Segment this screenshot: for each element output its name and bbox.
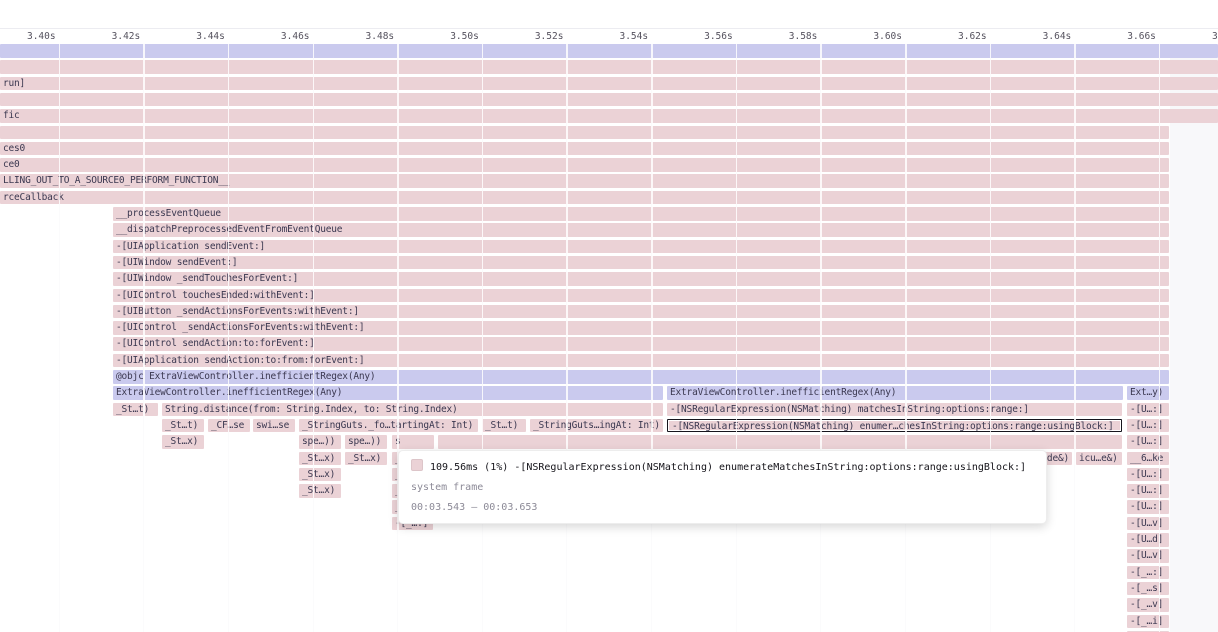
stack-frame[interactable]: Ext…y) — [1127, 386, 1169, 400]
gridline — [990, 44, 992, 632]
stack-frame[interactable]: -[U…:] — [1127, 484, 1169, 498]
stack-frame[interactable] — [438, 435, 1122, 449]
ruler-tick-label: 3.66s — [1104, 31, 1156, 42]
stack-chart-panel: 3.40s 3.42s 3.44s 3.46s 3.48s 3.50s 3.52s 3.54s… — [0, 0, 1218, 632]
gridline — [313, 44, 315, 632]
tooltip-duration: 109.56ms (1%) — [430, 462, 508, 473]
stack-frame[interactable]: -[UIWindow _sendTouchesForEvent:] — [113, 272, 1169, 286]
gridline — [59, 44, 61, 632]
stack-frame[interactable]: ce0 — [0, 158, 1169, 172]
gridline — [566, 44, 568, 632]
gridline — [905, 44, 907, 632]
timeline-ruler[interactable]: 3.40s 3.42s 3.44s 3.46s 3.48s 3.50s 3.52s 3.54s… — [0, 28, 1218, 45]
tooltip-time-range: 00:03.543 — 00:03.653 — [411, 501, 1034, 514]
tooltip-title: 109.56ms (1%) -[NSRegularExpression(NSMa… — [411, 459, 1034, 474]
stack-frame[interactable]: -[_…v] — [1127, 598, 1169, 612]
category-color-swatch-icon — [411, 459, 423, 471]
stack-frame[interactable]: rceCallback — [0, 191, 1169, 205]
stack-frame[interactable]: __processEventQueue — [113, 207, 1169, 221]
ruler-tick-label: 3.56s — [681, 31, 733, 42]
stack-frame[interactable]: swi…se — [253, 419, 295, 433]
ruler-tick-label: 3.62s — [935, 31, 987, 42]
ruler-tick-label: 3.40s — [4, 31, 56, 42]
stack-frame[interactable]: fic — [0, 109, 1218, 123]
stack-frame[interactable]: __6…ke — [1127, 452, 1169, 466]
ruler-tick-label: 3.68s — [1189, 31, 1218, 42]
stack-frame[interactable]: @objc ExtraViewController.inefficientReg… — [113, 370, 1169, 384]
stack-frame[interactable]: -[U…:] — [1127, 435, 1169, 449]
stack-frame[interactable]: -[U…v] — [1127, 549, 1169, 563]
stack-frame[interactable]: -[UIWindow sendEvent:] — [113, 256, 1169, 270]
stack-frame[interactable]: -[U…:] — [1127, 419, 1169, 433]
stack-frame[interactable]: -[_…i] — [1127, 615, 1169, 629]
stack-frame[interactable]: -[U…:] — [1127, 468, 1169, 482]
stack-frame[interactable]: String.distance(from: String.Index, to: … — [162, 403, 663, 417]
stack-frame[interactable]: LLING_OUT_TO_A_SOURCE0_PERFORM_FUNCTION_… — [0, 174, 1169, 188]
stack-frame[interactable]: _St…x) — [345, 452, 387, 466]
tooltip-category: system frame — [411, 481, 1034, 494]
stack-frame[interactable]: _St…t) — [482, 419, 526, 433]
stack-frame[interactable]: _St…x) — [162, 435, 204, 449]
gridline — [651, 44, 653, 632]
ruler-tick-label: 3.50s — [427, 31, 479, 42]
stack-frame[interactable]: _St…x) — [299, 484, 341, 498]
stack-frame[interactable] — [0, 126, 1169, 140]
ruler-tick-label: 3.58s — [765, 31, 817, 42]
stack-frame[interactable]: -[UIApplication sendAction:to:from:forEv… — [113, 354, 1169, 368]
ruler-tick-label: 3.44s — [173, 31, 225, 42]
stack-frame[interactable]: -[UIControl sendAction:to:forEvent:] — [113, 337, 1169, 351]
stack-frame[interactable] — [0, 44, 1218, 58]
stack-frame[interactable]: -[U…:] — [1127, 403, 1169, 417]
stack-frame[interactable]: -[UIButton _sendActionsForEvents:withEve… — [113, 305, 1169, 319]
ruler-tick-label: 3.64s — [1019, 31, 1071, 42]
stack-frame[interactable]: -[UIControl _sendActionsForEvents:withEv… — [113, 321, 1169, 335]
ruler-tick-label: 3.52s — [511, 31, 563, 42]
stack-frame[interactable]: _StringGuts._fo…tartingAt: Int) — [299, 419, 478, 433]
gridline — [820, 44, 822, 632]
stack-frame[interactable]: -[UIApplication sendEvent:] — [113, 240, 1169, 254]
stack-frame[interactable]: _StringGuts…ingAt: Int) — [530, 419, 663, 433]
stack-frame[interactable]: -[UIControl touchesEnded:withEvent:] — [113, 289, 1169, 303]
stack-frame[interactable]: run] — [0, 77, 1218, 91]
ruler-tick-label: 3.48s — [342, 31, 394, 42]
gridline — [228, 44, 230, 632]
ruler-tick-label: 3.60s — [850, 31, 902, 42]
stack-frame[interactable]: -[U…:] — [1127, 500, 1169, 514]
stack-frame[interactable]: _St…x) — [299, 452, 341, 466]
tooltip-function-name: -[NSRegularExpression(NSMatching) enumer… — [514, 462, 1026, 473]
stack-frame[interactable]: ces0 — [0, 142, 1169, 156]
gridline — [482, 44, 484, 632]
ruler-tick-label: 3.46s — [258, 31, 310, 42]
frame-tooltip: 109.56ms (1%) -[NSRegularExpression(NSMa… — [398, 450, 1047, 524]
stack-frame[interactable]: -[U…v] — [1127, 517, 1169, 531]
stack-frame[interactable]: -[_…s] — [1127, 582, 1169, 596]
gridline — [397, 44, 399, 632]
stack-frame[interactable]: icu…e&) — [1076, 452, 1122, 466]
stack-frame[interactable] — [0, 93, 1218, 107]
gridline — [1159, 44, 1161, 632]
gridline — [736, 44, 738, 632]
chart-right-gutter — [1170, 44, 1218, 632]
stack-frame[interactable]: spe…)) — [345, 435, 387, 449]
stack-frame[interactable]: ExtraViewController.inefficientRegex(Any… — [113, 386, 663, 400]
stack-frame[interactable] — [0, 60, 1218, 74]
gridline — [1074, 44, 1076, 632]
stack-frame[interactable]: -[_…:] — [1127, 566, 1169, 580]
gridline — [143, 44, 145, 632]
stack-frame[interactable]: __dispatchPreprocessedEventFromEventQueu… — [113, 223, 1169, 237]
stack-frame[interactable]: -[U…d] — [1127, 533, 1169, 547]
stack-frame[interactable]: spe…)) — [299, 435, 341, 449]
stack-frame[interactable]: _St…t) — [162, 419, 204, 433]
stack-frame[interactable]: _St…t) — [113, 403, 158, 417]
ruler-tick-label: 3.54s — [596, 31, 648, 42]
stack-frame[interactable]: _St…x) — [299, 468, 341, 482]
ruler-tick-label: 3.42s — [88, 31, 140, 42]
